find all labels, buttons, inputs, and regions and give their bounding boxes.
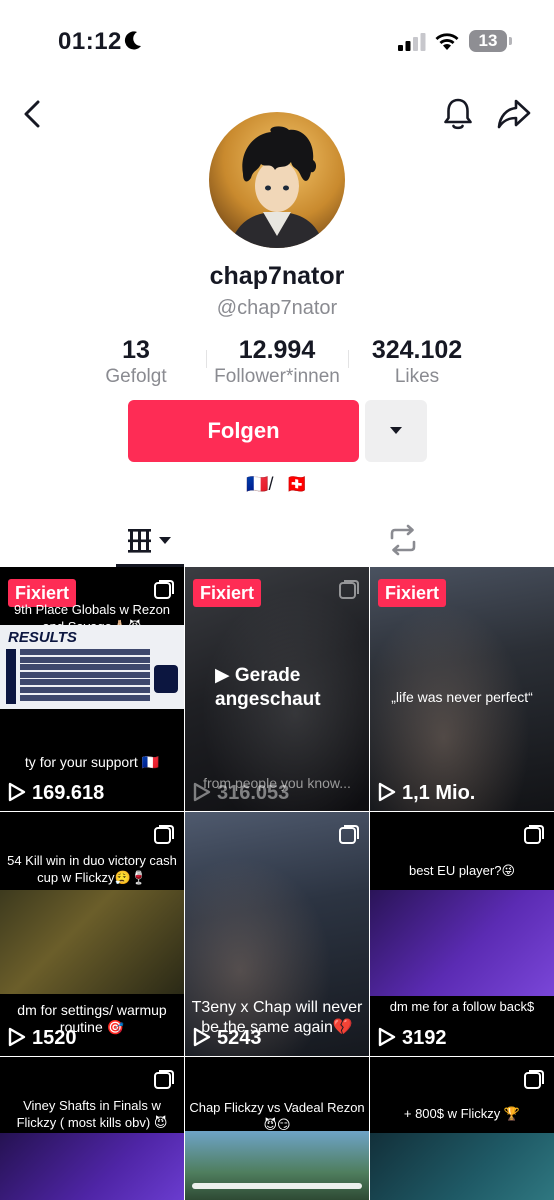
video-thumbnail[interactable]: T3eny x Chap will never be the same agai…	[185, 812, 369, 1056]
trophy-logo	[154, 665, 178, 693]
view-count: 1,1 Mio.	[378, 781, 475, 805]
video-caption: Viney Shafts in Finals w Flickzy ( most …	[16, 1098, 168, 1130]
results-rows	[20, 649, 150, 702]
grid-icon	[128, 529, 151, 553]
view-count: 5243	[193, 1026, 262, 1050]
video-thumbnail[interactable]: + 800$ w Flickzy 🏆	[370, 1057, 554, 1200]
play-icon	[193, 782, 211, 802]
home-indicator[interactable]	[192, 1183, 362, 1189]
caret-down-icon	[159, 537, 171, 544]
view-count: 1520	[8, 1026, 77, 1050]
view-count-value: 3192	[402, 1027, 447, 1049]
back-icon[interactable]	[18, 98, 48, 130]
video-thumbnail[interactable]: best EU player?😜 dm me for a follow back…	[370, 812, 554, 1056]
video-caption: dm me for a follow back$	[389, 999, 535, 1014]
view-count-value: 1520	[32, 1027, 77, 1049]
status-bar: 01:12 13	[0, 0, 554, 84]
play-icon	[8, 782, 26, 802]
stat-value: 12.994	[238, 336, 316, 364]
results-card: RESULTS	[0, 625, 184, 709]
video-thumbnail[interactable]: 54 Kill win in duo victory cash cup w Fl…	[0, 812, 184, 1056]
play-icon	[378, 782, 396, 802]
signal-icon	[398, 33, 426, 51]
results-side	[6, 649, 16, 704]
play-icon	[8, 1027, 26, 1047]
view-count-value: 1,1 Mio.	[402, 782, 476, 804]
video-caption: best EU player?😜	[408, 863, 516, 878]
avatar-image	[209, 112, 345, 248]
battery-indicator: 13	[469, 30, 507, 52]
multi-image-icon	[339, 580, 359, 599]
wifi-icon	[435, 33, 459, 50]
video-caption: „life was never perfect“	[391, 689, 533, 705]
view-count: 316.053	[193, 781, 289, 805]
multi-image-icon	[154, 580, 174, 599]
stat-label: Likes	[394, 366, 440, 387]
video-thumbnail[interactable]: Fixiert „life was never perfect“ 1,1 Mio…	[370, 567, 554, 811]
play-icon	[193, 1027, 211, 1047]
multi-image-icon	[339, 825, 359, 844]
multi-image-icon	[524, 825, 544, 844]
repost-icon[interactable]	[386, 524, 420, 556]
video-thumbnail[interactable]: Fixiert ▶ Gerade angeschaut from people …	[185, 567, 369, 811]
multi-image-icon	[524, 1070, 544, 1089]
video-caption: Chap Flickzy vs Vadeal Rezon😈😏	[189, 1100, 365, 1132]
bio-separator: /	[268, 474, 274, 494]
username: chap7nator	[209, 262, 345, 290]
stat-value: 13	[122, 336, 150, 364]
view-count: 169.618	[8, 781, 104, 805]
status-time: 01:12	[58, 28, 122, 55]
recently-watched-label: ▶ Gerade angeschaut	[215, 665, 321, 710]
view-count-value: 316.053	[217, 782, 290, 804]
stat-likes[interactable]: 324.102 Likes	[360, 336, 474, 388]
caret-down-icon	[390, 427, 402, 434]
video-caption: + 800$ w Flickzy 🏆	[403, 1106, 521, 1121]
multi-image-icon	[154, 825, 174, 844]
tab-videos-grid[interactable]	[116, 515, 184, 567]
follow-button[interactable]: Folgen	[128, 400, 359, 462]
video-thumbnail[interactable]: Fixiert 9th Place Globals w Rezon and Sa…	[0, 567, 184, 811]
results-title: RESULTS	[8, 629, 77, 646]
video-caption: ty for your support 🇫🇷	[24, 754, 160, 770]
play-icon	[378, 1027, 396, 1047]
video-thumbnail[interactable]: Viney Shafts in Finals w Flickzy ( most …	[0, 1057, 184, 1200]
video-caption: 54 Kill win in duo victory cash cup w Fl…	[7, 853, 177, 885]
battery-tip	[509, 37, 512, 45]
view-count: 3192	[378, 1026, 447, 1050]
flag-france-icon: 🇫🇷	[246, 474, 269, 494]
multi-image-icon	[154, 1070, 174, 1089]
flag-switzerland-icon: 🇨🇭	[285, 474, 308, 494]
bio: 🇫🇷/ 🇨🇭	[0, 474, 554, 495]
pinned-badge: Fixiert	[193, 579, 262, 607]
stat-divider	[348, 350, 349, 368]
bell-icon[interactable]	[440, 96, 476, 132]
stat-value: 324.102	[371, 336, 463, 364]
stat-followers[interactable]: 12.994 Follower*innen	[206, 336, 348, 388]
moon-icon	[124, 31, 141, 50]
avatar[interactable]	[209, 112, 345, 248]
view-count-value: 5243	[217, 1027, 262, 1049]
pinned-badge: Fixiert	[378, 579, 447, 607]
video-thumbnail[interactable]: Chap Flickzy vs Vadeal Rezon😈😏	[185, 1057, 369, 1200]
handle: @chap7nator	[216, 297, 338, 319]
stat-following[interactable]: 13 Gefolgt	[86, 336, 186, 388]
stat-label: Follower*innen	[214, 366, 340, 387]
suggested-accounts-button[interactable]	[365, 400, 427, 462]
share-icon[interactable]	[495, 96, 533, 132]
stat-label: Gefolgt	[105, 366, 167, 387]
view-count-value: 169.618	[32, 782, 105, 804]
